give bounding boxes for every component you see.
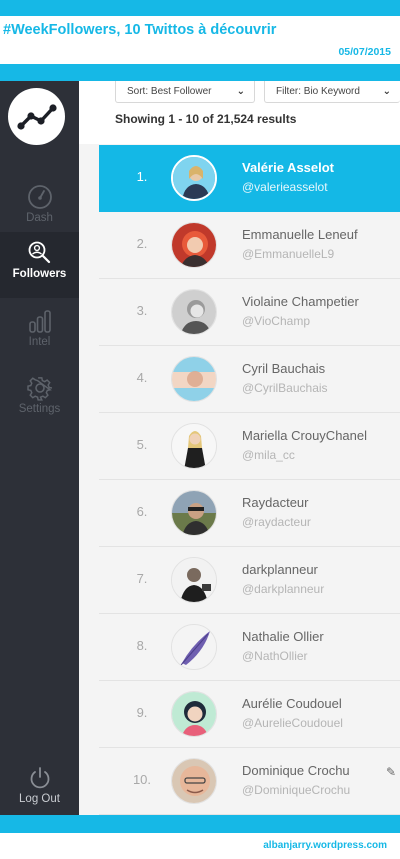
- follower-handle[interactable]: @darkplanneur: [242, 582, 324, 596]
- follower-handle[interactable]: @valerieasselot: [242, 180, 328, 194]
- follower-handle[interactable]: @raydacteur: [242, 515, 311, 529]
- chevron-down-icon: ⌄: [382, 86, 391, 97]
- avatar[interactable]: [171, 155, 217, 201]
- follower-row[interactable]: 5. Mariella CrouyChanel @mila_cc: [99, 413, 400, 480]
- sidebar-item-intel[interactable]: Intel: [0, 300, 79, 366]
- follower-row[interactable]: 6. Raydacteur @raydacteur: [99, 480, 400, 547]
- sidebar-item-label: Dash: [26, 212, 53, 224]
- follower-handle[interactable]: @VioChamp: [242, 314, 310, 328]
- follower-handle[interactable]: @mila_cc: [242, 448, 295, 462]
- follower-name: Valérie Asselot: [242, 160, 335, 175]
- banner-title: #WeekFollowers, 10 Twittos à découvrir: [3, 22, 277, 38]
- sidebar-item-settings[interactable]: Settings: [0, 367, 79, 433]
- follower-name: Violaine Champetier: [242, 294, 359, 309]
- avatar[interactable]: [171, 222, 217, 268]
- follower-handle[interactable]: @AurelieCoudouel: [242, 716, 343, 730]
- chevron-down-icon: ⌄: [236, 86, 245, 97]
- sort-dropdown[interactable]: Sort: Best Follower ⌄: [115, 81, 255, 103]
- follower-row[interactable]: 10. Dominique Crochu @DominiqueCrochu ✎: [99, 748, 400, 815]
- follower-name: Dominique Crochu: [242, 763, 350, 778]
- sidebar-item-label: Intel: [28, 336, 51, 348]
- results-count: Showing 1 - 10 of 21,524 results: [115, 112, 297, 126]
- follower-handle[interactable]: @DominiqueCrochu: [242, 783, 350, 797]
- follower-name: darkplanneur: [242, 562, 318, 577]
- follower-row[interactable]: 8. Nathalie Ollier @NathOllier: [99, 614, 400, 681]
- avatar[interactable]: [171, 490, 217, 536]
- follower-handle[interactable]: @EmmanuelleL9: [242, 247, 334, 261]
- sort-dropdown-label: Sort: Best Follower: [127, 86, 212, 97]
- list-controls: Sort: Best Follower ⌄ Filter: Bio Keywor…: [79, 81, 400, 144]
- gauge-icon: [27, 185, 52, 209]
- filter-dropdown-label: Filter: Bio Keyword: [276, 86, 360, 97]
- follower-name: Nathalie Ollier: [242, 629, 324, 644]
- avatar[interactable]: [171, 289, 217, 335]
- main-panel: Sort: Best Follower ⌄ Filter: Bio Keywor…: [79, 81, 400, 815]
- header-accent-bar: [0, 64, 400, 81]
- logout-label: Log Out: [19, 793, 60, 805]
- followers-list: 1. Valérie Asselot @valerieasselot 2. Em…: [99, 145, 400, 815]
- follower-row[interactable]: 7. darkplanneur @darkplanneur: [99, 547, 400, 614]
- banner-date: 05/07/2015: [338, 46, 391, 58]
- trend-line-icon: [16, 103, 57, 130]
- banner: #WeekFollowers, 10 Twittos à découvrir 0…: [0, 16, 400, 64]
- footer-credit[interactable]: albanjarry.wordpress.com: [263, 840, 387, 851]
- magnifier-people-icon: [28, 241, 50, 264]
- gear-icon: [26, 377, 52, 401]
- avatar[interactable]: [171, 557, 217, 603]
- follower-row[interactable]: 1. Valérie Asselot @valerieasselot: [99, 145, 400, 212]
- pen-icon: ✎: [385, 765, 396, 779]
- bar-chart-icon: [28, 310, 51, 333]
- avatar[interactable]: [171, 691, 217, 737]
- avatar[interactable]: [171, 624, 217, 670]
- follower-handle[interactable]: @CyrilBauchais: [242, 381, 328, 395]
- follower-name: Cyril Bauchais: [242, 361, 326, 376]
- follower-handle[interactable]: @NathOllier: [242, 649, 308, 663]
- follower-name: Emmanuelle Leneuf: [242, 227, 358, 242]
- follower-row[interactable]: 3. Violaine Champetier @VioChamp: [99, 279, 400, 346]
- filter-dropdown[interactable]: Filter: Bio Keyword ⌄: [264, 81, 400, 103]
- follower-name: Aurélie Coudouel: [242, 696, 342, 711]
- sidebar: Dash Followers Intel Settings Log Out: [0, 81, 79, 815]
- follower-row[interactable]: 9. Aurélie Coudouel @AurelieCoudouel: [99, 681, 400, 748]
- sidebar-item-label: Followers: [12, 268, 67, 280]
- follower-name: Raydacteur: [242, 495, 309, 510]
- logout-button[interactable]: Log Out: [0, 757, 79, 815]
- top-accent-bar: [0, 0, 400, 16]
- avatar[interactable]: [171, 423, 217, 469]
- sidebar-item-label: Settings: [18, 403, 61, 415]
- follower-row[interactable]: 4. Cyril Bauchais @CyrilBauchais: [99, 346, 400, 413]
- follower-row[interactable]: 2. Emmanuelle Leneuf @EmmanuelleL9: [99, 212, 400, 279]
- bottom-accent-bar: [0, 815, 400, 833]
- sidebar-item-followers[interactable]: Followers: [0, 232, 79, 298]
- avatar[interactable]: [171, 356, 217, 402]
- follower-name: Mariella CrouyChanel: [242, 428, 367, 443]
- power-icon: [30, 767, 49, 789]
- app-logo[interactable]: [8, 88, 65, 145]
- avatar[interactable]: [171, 758, 217, 804]
